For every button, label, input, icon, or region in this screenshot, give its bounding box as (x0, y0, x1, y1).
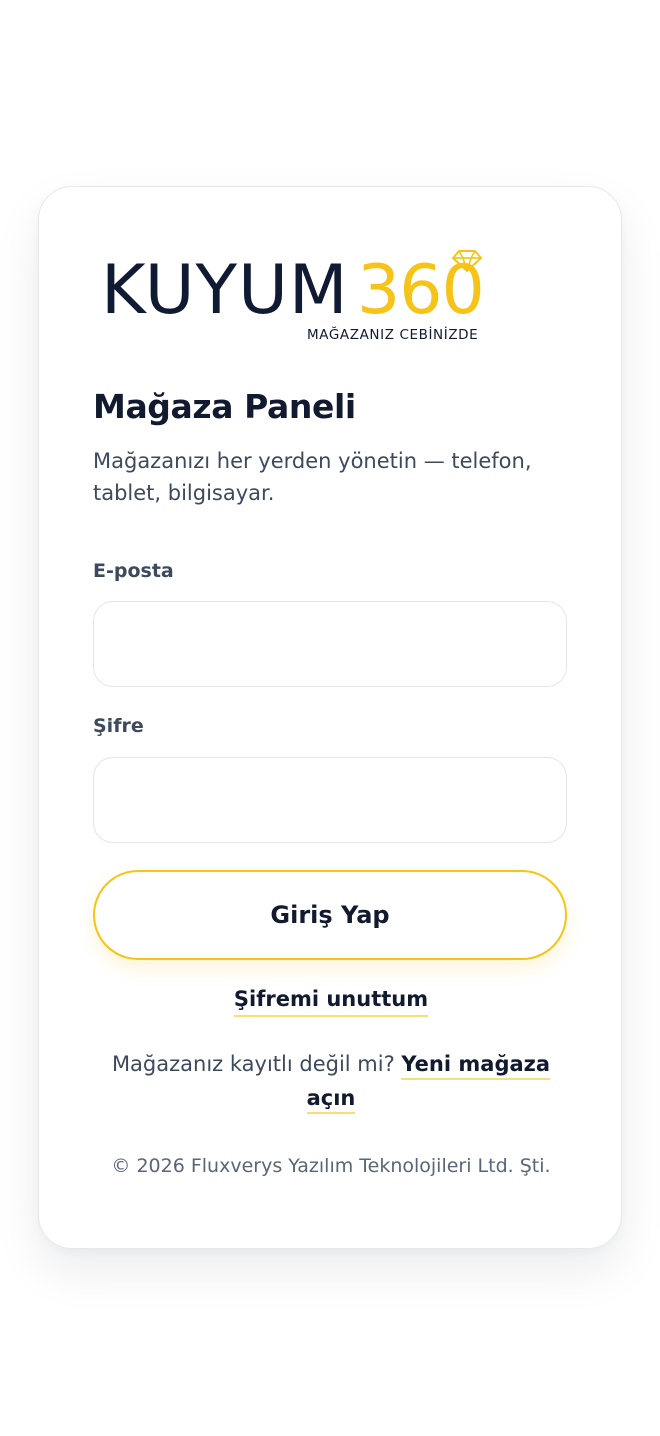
forgot-password-row: Şifremi unuttum (39, 987, 623, 1017)
password-field[interactable] (93, 757, 567, 843)
diamond-icon (452, 250, 482, 272)
email-label: E-posta (93, 560, 174, 582)
logo-tagline: MAĞAZANIZ CEBİNİZDE (307, 327, 479, 343)
copyright-text: © 2026 Fluxverys Yazılım Teknolojileri L… (111, 1155, 551, 1177)
page-subtitle: Mağazanızı her yerden yönetin — telefon,… (93, 449, 532, 505)
register-prompt-row: Mağazanız kayıtlı değil mi? Yeni mağaza … (87, 1047, 575, 1115)
logo-word-kuyum: KUYUM (101, 251, 349, 330)
email-field[interactable] (93, 601, 567, 687)
brand-logo: KUYUM 360 MAĞAZANIZ CEBİNİZDE (101, 249, 501, 349)
register-prompt-text: Mağazanız kayıtlı değil mi? (111, 1052, 402, 1076)
login-button[interactable]: Giriş Yap (93, 870, 567, 960)
login-card: KUYUM 360 MAĞAZANIZ CEBİNİZDE Mağaza Pan… (38, 186, 622, 1249)
password-label: Şifre (93, 715, 144, 737)
forgot-password-link[interactable]: Şifremi unuttum (233, 987, 429, 1017)
page-title: Mağaza Paneli (93, 387, 356, 426)
